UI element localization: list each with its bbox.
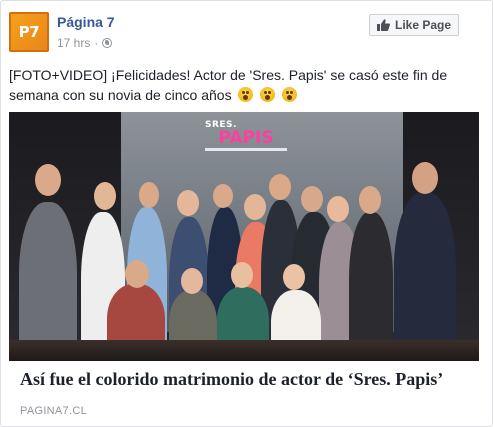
post-body: [FOTO+VIDEO] ¡Felicidades! Actor de 'Sre… [9,67,448,103]
post-meta: 17 hrs · [57,36,113,50]
post-timestamp[interactable]: 17 hrs [57,36,90,50]
post-card: P7 Página 7 17 hrs · Like Page [FOTO+VID… [0,0,493,427]
page-name-link[interactable]: Página 7 [57,14,115,30]
post-text: [FOTO+VIDEO] ¡Felicidades! Actor de 'Sre… [9,65,479,105]
astonished-face-icon [260,87,276,102]
cast-member [394,192,456,361]
globe-icon[interactable] [102,38,113,48]
astonished-face-icon [238,87,254,102]
like-page-button[interactable]: Like Page [369,14,459,36]
link-preview-domain: PAGINA7.CL [20,405,87,417]
stage-floor [9,340,479,361]
thumbs-up-icon [376,19,390,31]
like-page-label: Like Page [394,18,452,32]
show-logo: SRES. PAPIS [205,120,287,164]
meta-separator: · [94,36,99,50]
link-preview-title[interactable]: Así fue el colorido matrimonio de actor … [20,369,480,390]
page-avatar-text: P7 [18,23,40,41]
cast-member [349,212,393,361]
page-avatar[interactable]: P7 [9,12,49,52]
post-photo[interactable]: SRES. PAPIS [9,112,479,361]
astonished-face-icon [282,87,298,102]
cast-member [19,202,77,361]
